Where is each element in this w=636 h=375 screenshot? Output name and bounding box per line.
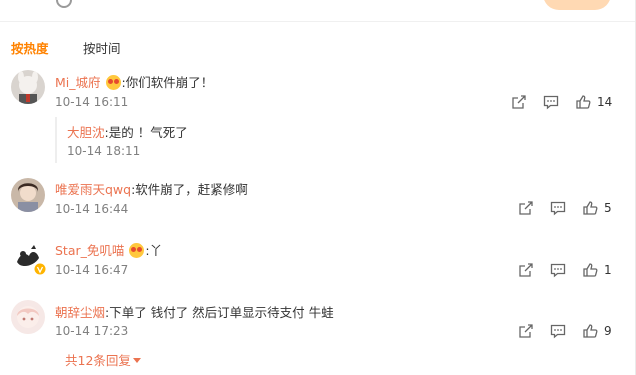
avatar[interactable]: [11, 70, 45, 104]
like-count: 14: [597, 95, 613, 109]
comment-icon[interactable]: [550, 323, 566, 339]
comment-actions: 9: [518, 323, 618, 339]
tab-sort-by-hot[interactable]: 按热度: [11, 38, 49, 57]
share-icon[interactable]: [518, 323, 534, 339]
divider: [0, 21, 636, 22]
comment-actions: 5: [518, 200, 618, 216]
comment-actions: 1: [518, 262, 618, 278]
tab-sort-by-time[interactable]: 按时间: [83, 38, 121, 57]
comment-icon[interactable]: [543, 94, 559, 110]
like-count: 5: [604, 201, 612, 215]
comment-icon[interactable]: [550, 262, 566, 278]
grinning-emoji-icon: [129, 243, 145, 258]
comment-line: Mi_城府 :你们软件崩了！: [55, 72, 213, 91]
verified-badge-icon: [34, 263, 46, 275]
avatar[interactable]: [11, 300, 45, 334]
comment-actions: 14: [511, 94, 613, 110]
comment-text: :你们软件崩了！: [121, 75, 214, 90]
emoji-picker-icon[interactable]: [56, 0, 72, 8]
comment-line: Star_免叽喵 :丫: [55, 240, 162, 259]
username-link[interactable]: 唯爱雨天qwq: [55, 182, 131, 197]
more-replies-label: 共12条回复: [65, 353, 131, 368]
username-link[interactable]: 朝辞尘烟: [55, 305, 105, 320]
share-icon[interactable]: [518, 262, 534, 278]
like-count: 9: [604, 324, 612, 338]
comment-text: :丫: [145, 243, 163, 258]
comment-line: 朝辞尘烟:下单了 钱付了 然后订单显示待支付 牛蛙: [55, 302, 334, 321]
more-replies-link[interactable]: 共12条回复: [65, 350, 141, 369]
avatar[interactable]: [11, 178, 45, 212]
like-count: 1: [604, 263, 612, 277]
comment-text: :下单了 钱付了 然后订单显示待支付 牛蛙: [105, 305, 334, 320]
chevron-down-icon: [132, 358, 141, 363]
reply-text: :是的 ！气死了: [104, 125, 188, 140]
comment-time: 10-14 16:47: [55, 263, 129, 277]
reply-line: 大胆沈:是的 ！气死了: [67, 122, 188, 141]
thumbs-up-icon[interactable]: [582, 323, 598, 339]
comment-time: 10-14 16:11: [55, 95, 129, 109]
comment-time: 10-14 16:44: [55, 202, 129, 216]
reply-time: 10-14 18:11: [67, 144, 141, 158]
thumbs-up-icon[interactable]: [575, 94, 591, 110]
comment-icon[interactable]: [550, 200, 566, 216]
top-bar: [0, 0, 636, 22]
share-icon[interactable]: [518, 200, 534, 216]
thumbs-up-icon[interactable]: [582, 262, 598, 278]
post-comment-button[interactable]: [543, 0, 611, 10]
comment-line: 唯爱雨天qwq:软件崩了，赶紧修啊: [55, 179, 248, 198]
username-link[interactable]: 大胆沈: [67, 125, 105, 140]
comment-time: 10-14 17:23: [55, 324, 129, 338]
thumbs-up-icon[interactable]: [582, 200, 598, 216]
reply-item: 大胆沈:是的 ！气死了 10-14 18:11: [55, 117, 615, 163]
username-link[interactable]: Star_免叽喵: [55, 243, 124, 258]
share-icon[interactable]: [511, 94, 527, 110]
grinning-emoji-icon: [105, 75, 121, 90]
comment-text: :软件崩了，赶紧修啊: [131, 182, 248, 197]
username-link[interactable]: Mi_城府: [55, 75, 101, 90]
